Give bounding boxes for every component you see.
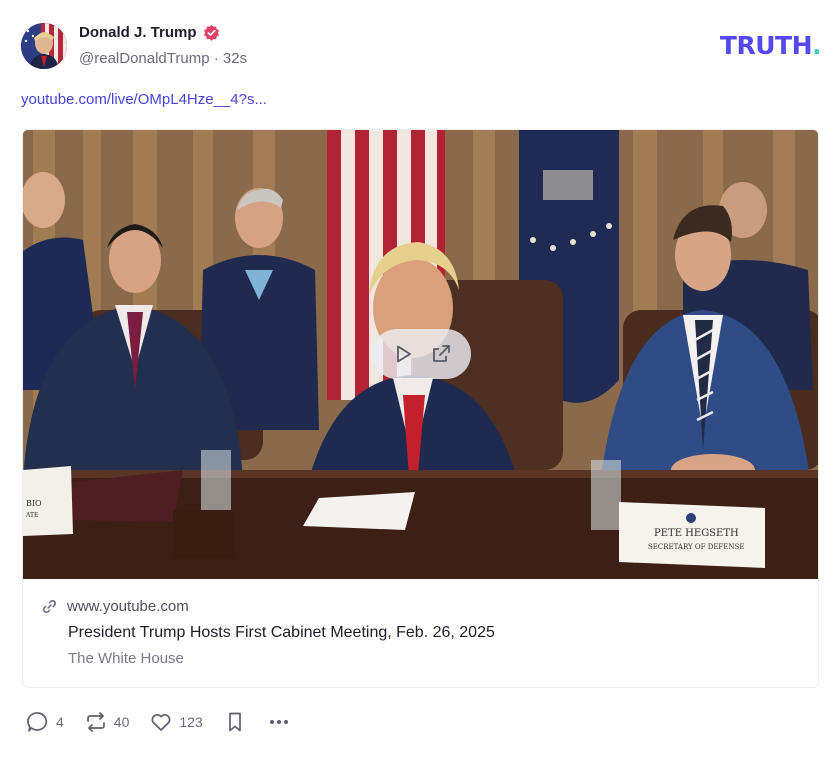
bookmark-icon [223, 710, 247, 734]
card-source: The White House [68, 650, 184, 667]
avatar[interactable] [21, 23, 67, 69]
like-button[interactable]: 123 [149, 710, 203, 734]
video-controls-overlay [372, 329, 471, 379]
post-time[interactable]: 32s [223, 50, 247, 67]
card-title[interactable]: President Trump Hosts First Cabinet Meet… [68, 624, 495, 642]
card-domain-row: www.youtube.com [41, 598, 189, 615]
logo-text: TRUTH [719, 31, 813, 60]
reply-count: 4 [56, 714, 64, 730]
post-actions: 4 40 123 [26, 710, 311, 734]
author-name[interactable]: Donald J. Trump [79, 24, 197, 41]
heart-icon [149, 710, 173, 734]
placard-left-line2: ATE [25, 512, 38, 519]
verified-badge-icon [203, 24, 220, 41]
post-header: Donald J. Trump @realDonaldTrump · 32s T… [21, 22, 822, 70]
more-dots-icon [267, 710, 291, 734]
more-button[interactable] [267, 710, 291, 734]
reply-bubble-icon [26, 710, 50, 734]
truth-logo[interactable]: TRUTH. [719, 31, 822, 60]
reply-button[interactable]: 4 [26, 710, 64, 734]
post-link[interactable]: youtube.com/live/OMpL4Hze__4?s... [21, 91, 267, 108]
video-link-card[interactable]: BIO ATE PETE HEGSETH SECRETARY OF DEFENS… [22, 129, 819, 688]
placard-right-line1: PETE HEGSETH [654, 528, 739, 539]
retruth-icon [84, 710, 108, 734]
placard-right-line2: SECRETARY OF DEFENSE [648, 543, 744, 551]
placard-left-line1: BIO [26, 499, 42, 508]
card-domain: www.youtube.com [67, 598, 189, 615]
external-link-icon[interactable] [430, 343, 452, 365]
play-icon[interactable] [392, 343, 414, 365]
meta-separator: · [213, 50, 219, 67]
video-thumbnail[interactable]: BIO ATE PETE HEGSETH SECRETARY OF DEFENS… [23, 130, 818, 579]
author-name-row: Donald J. Trump [79, 24, 220, 41]
logo-dot: . [812, 31, 822, 60]
bookmark-button[interactable] [223, 710, 247, 734]
author-handle[interactable]: @realDonaldTrump [79, 50, 210, 67]
handle-row: @realDonaldTrump · 32s [79, 50, 247, 67]
retruth-button[interactable]: 40 [84, 710, 130, 734]
retruth-count: 40 [113, 714, 130, 730]
card-meta: www.youtube.com President Trump Hosts Fi… [23, 579, 818, 687]
like-count: 123 [179, 714, 203, 730]
link-icon [41, 598, 58, 615]
